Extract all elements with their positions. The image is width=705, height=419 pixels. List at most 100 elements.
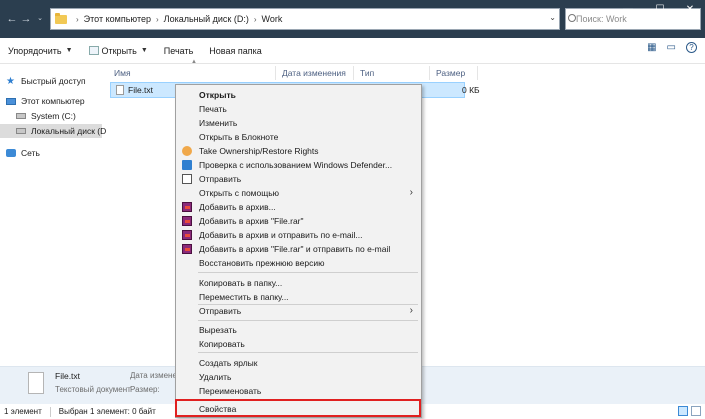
navigation-pane: ★ Быстрый доступ Этот компьютер System (… bbox=[0, 64, 106, 366]
menu-item-copy-to[interactable]: Копировать в папку... bbox=[176, 276, 421, 290]
menu-item-open[interactable]: Открыть bbox=[176, 88, 421, 102]
network-icon bbox=[6, 149, 16, 157]
menu-item-defender-scan[interactable]: Проверка с использованием Windows Defend… bbox=[176, 158, 421, 172]
menu-item-delete[interactable]: Удалить bbox=[176, 370, 421, 384]
properties-highlight-box bbox=[175, 399, 421, 417]
menu-label: Проверка с использованием Windows Defend… bbox=[199, 160, 393, 170]
menu-separator bbox=[198, 320, 418, 321]
minimize-button[interactable]: — bbox=[618, 4, 638, 16]
menu-item-copy[interactable]: Копировать bbox=[176, 337, 421, 351]
selection-info: Выбран 1 элемент: 0 байт bbox=[58, 407, 156, 416]
computer-icon bbox=[6, 97, 16, 105]
menu-label: Добавить в архив "File.rar" bbox=[199, 216, 304, 226]
menu-item-edit[interactable]: Изменить bbox=[176, 116, 421, 130]
menu-label: Отправить bbox=[199, 306, 242, 316]
forward-arrow-icon[interactable]: → bbox=[20, 13, 32, 25]
print-button[interactable]: Печать bbox=[156, 41, 201, 61]
column-header-type[interactable]: Тип bbox=[354, 66, 430, 80]
address-bar[interactable]: › Этот компьютер › Локальный диск (D:) ›… bbox=[50, 8, 560, 30]
menu-separator bbox=[198, 352, 418, 353]
menu-label: Открыть с помощью bbox=[199, 188, 280, 198]
chevron-right-icon: › bbox=[76, 14, 79, 24]
drive-icon bbox=[16, 128, 26, 134]
view-options-icon[interactable]: ▦ bbox=[647, 42, 656, 53]
column-header-date[interactable]: Дата изменения bbox=[276, 66, 354, 80]
star-icon: ★ bbox=[6, 75, 15, 87]
open-label: Открыть bbox=[101, 45, 137, 56]
title-bar: ← → ⌄ › Этот компьютер › Локальный диск … bbox=[0, 0, 705, 38]
share-icon bbox=[182, 174, 192, 184]
details-modified-label: Дата изменен bbox=[130, 371, 182, 380]
chevron-right-icon: › bbox=[409, 305, 413, 316]
details-size-label: Размер: bbox=[130, 385, 160, 394]
context-menu: Открыть Печать Изменить Открыть в Блокно… bbox=[175, 84, 422, 418]
column-header-name[interactable]: Имя bbox=[108, 66, 276, 80]
nav-label: Быстрый доступ bbox=[21, 76, 86, 86]
ownership-icon bbox=[182, 146, 192, 156]
help-icon[interactable]: ? bbox=[686, 42, 697, 53]
nav-item-network[interactable]: Сеть bbox=[6, 146, 40, 160]
sort-up-icon: ▲ bbox=[191, 59, 197, 65]
chevron-right-icon: › bbox=[253, 14, 257, 24]
chevron-right-icon: › bbox=[409, 187, 413, 198]
menu-item-send-to[interactable]: Отправить › bbox=[176, 304, 421, 318]
large-icons-view-icon[interactable] bbox=[691, 406, 701, 416]
breadcrumb-this-pc[interactable]: Этот компьютер bbox=[84, 14, 151, 24]
chevron-down-icon[interactable]: ⌄ bbox=[549, 13, 556, 22]
winrar-icon bbox=[182, 244, 192, 254]
menu-label: Take Ownership/Restore Rights bbox=[199, 146, 319, 156]
maximize-button[interactable]: ☐ bbox=[650, 4, 670, 16]
status-divider bbox=[49, 406, 51, 417]
text-file-icon bbox=[116, 85, 124, 95]
menu-item-share[interactable]: Отправить bbox=[176, 172, 421, 186]
menu-item-add-archive[interactable]: Добавить в архив... bbox=[176, 200, 421, 214]
drive-icon bbox=[16, 113, 26, 119]
nav-label: Локальный диск (D bbox=[31, 126, 107, 136]
menu-item-create-shortcut[interactable]: Создать ярлык bbox=[176, 356, 421, 370]
menu-item-add-rar-email[interactable]: Добавить в архив "File.rar" и отправить … bbox=[176, 242, 421, 256]
menu-item-open-with[interactable]: Открыть с помощью › bbox=[176, 186, 421, 200]
open-icon bbox=[88, 46, 99, 55]
menu-item-move-to[interactable]: Переместить в папку... bbox=[176, 290, 421, 304]
menu-item-cut[interactable]: Вырезать bbox=[176, 323, 421, 337]
details-view-icon[interactable] bbox=[678, 406, 688, 416]
menu-label: Добавить в архив "File.rar" и отправить … bbox=[199, 244, 391, 254]
menu-item-add-file-rar[interactable]: Добавить в архив "File.rar" bbox=[176, 214, 421, 228]
menu-label: Добавить в архив... bbox=[199, 202, 276, 212]
menu-item-take-ownership[interactable]: Take Ownership/Restore Rights bbox=[176, 144, 421, 158]
open-button[interactable]: Открыть ▼ bbox=[81, 41, 156, 61]
recent-locations-icon[interactable]: ⌄ bbox=[34, 13, 46, 25]
folder-icon bbox=[55, 12, 67, 24]
breadcrumb-work[interactable]: Work bbox=[262, 14, 283, 24]
close-button[interactable]: ✕ bbox=[680, 4, 700, 16]
menu-label: Добавить в архив и отправить по e-mail..… bbox=[199, 230, 363, 240]
back-arrow-icon[interactable]: ← bbox=[6, 13, 18, 25]
details-file-type: Текстовый документ bbox=[55, 385, 131, 394]
winrar-icon bbox=[182, 202, 192, 212]
menu-label: Отправить bbox=[199, 174, 242, 184]
column-header-size[interactable]: Размер bbox=[430, 66, 478, 80]
menu-item-rename[interactable]: Переименовать bbox=[176, 384, 421, 398]
new-folder-button[interactable]: Новая папка bbox=[201, 41, 269, 61]
nav-item-drive-d[interactable]: Локальный диск (D bbox=[0, 124, 106, 138]
breadcrumb-drive-d[interactable]: Локальный диск (D:) bbox=[164, 14, 249, 24]
details-file-name: File.txt bbox=[55, 371, 81, 381]
nav-item-this-pc[interactable]: Этот компьютер bbox=[6, 94, 85, 108]
text-file-icon bbox=[28, 372, 44, 394]
shield-icon bbox=[182, 160, 192, 170]
menu-item-print[interactable]: Печать bbox=[176, 102, 421, 116]
menu-item-open-notepad[interactable]: Открыть в Блокноте bbox=[176, 130, 421, 144]
organize-button[interactable]: Упорядочить ▼ bbox=[0, 41, 81, 61]
nav-item-drive-c[interactable]: System (C:) bbox=[16, 109, 76, 123]
nav-item-quick-access[interactable]: ★ Быстрый доступ bbox=[6, 74, 86, 88]
menu-item-add-archive-email[interactable]: Добавить в архив и отправить по e-mail..… bbox=[176, 228, 421, 242]
command-bar: Упорядочить ▼ Открыть ▼ Печать Новая пап… bbox=[0, 38, 705, 64]
menu-item-restore-previous[interactable]: Восстановить прежнюю версию bbox=[176, 256, 421, 270]
caret-down-icon: ▼ bbox=[140, 47, 148, 54]
file-name: File.txt bbox=[128, 85, 154, 95]
search-icon bbox=[568, 14, 576, 22]
caret-down-icon: ▼ bbox=[65, 47, 73, 54]
menu-separator bbox=[198, 272, 418, 273]
preview-pane-icon[interactable]: ▭ bbox=[667, 42, 676, 53]
item-count: 1 элемент bbox=[4, 407, 42, 416]
